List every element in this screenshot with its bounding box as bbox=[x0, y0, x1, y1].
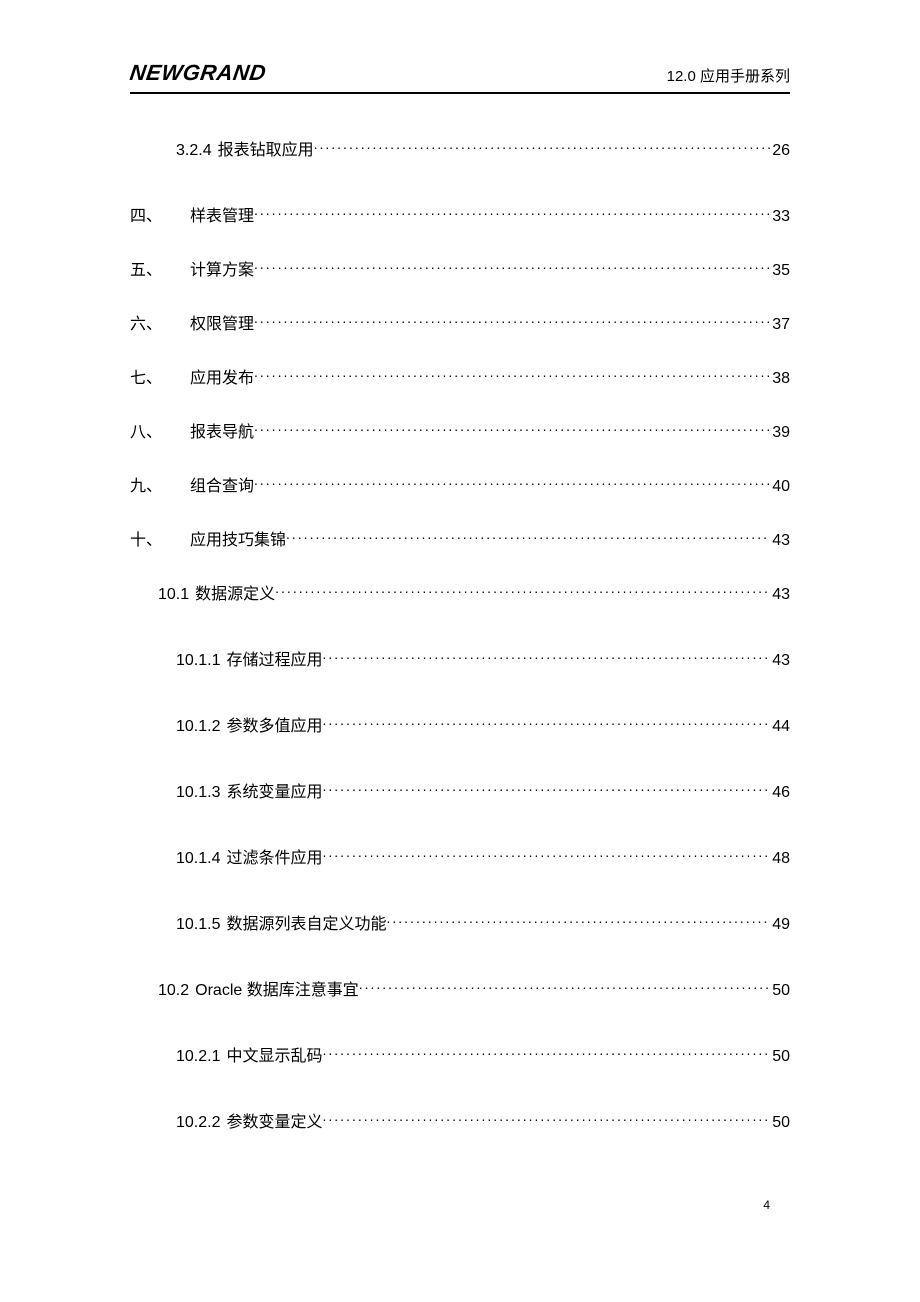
toc-number: 10.1 bbox=[158, 583, 189, 607]
toc-number: 10.2 bbox=[158, 979, 189, 1003]
logo: NEWGRAND bbox=[128, 60, 268, 86]
toc-page: 49 bbox=[770, 913, 790, 937]
toc-page: 40 bbox=[770, 475, 790, 499]
toc-page: 50 bbox=[770, 1111, 790, 1135]
toc-number: 10.1.1 bbox=[176, 649, 220, 673]
toc-title: 参数变量定义 bbox=[226, 1111, 322, 1135]
toc-number: 10.1.2 bbox=[176, 715, 220, 739]
toc-title: 样表管理 bbox=[190, 205, 254, 229]
toc-title: 应用技巧集锦 bbox=[190, 529, 286, 553]
toc-leader-dots bbox=[286, 529, 770, 545]
toc-page: 35 bbox=[770, 259, 790, 283]
toc-leader-dots bbox=[323, 649, 771, 665]
toc-number: 10.1.4 bbox=[176, 847, 220, 871]
toc-leader-dots bbox=[323, 781, 771, 797]
toc-number: 10.1.3 bbox=[176, 781, 220, 805]
toc-number: 3.2.4 bbox=[176, 139, 212, 163]
toc-page: 44 bbox=[770, 715, 790, 739]
toc-title: 报表导航 bbox=[190, 421, 254, 445]
page-number: 4 bbox=[763, 1198, 770, 1212]
toc-entry: 八、报表导航 39 bbox=[130, 421, 790, 445]
toc-page: 50 bbox=[770, 1045, 790, 1069]
toc-entry: 10.1.2参数多值应用 44 bbox=[176, 715, 790, 739]
toc-page: 38 bbox=[770, 367, 790, 391]
toc-entry: 10.1.3系统变量应用 46 bbox=[176, 781, 790, 805]
toc-entry: 九、组合查询 40 bbox=[130, 475, 790, 499]
toc-title: 组合查询 bbox=[190, 475, 254, 499]
toc-title: 过滤条件应用 bbox=[226, 847, 322, 871]
toc-page: 39 bbox=[770, 421, 790, 445]
toc-entry: 10.2.1中文显示乱码 50 bbox=[176, 1045, 790, 1069]
header-subtitle: 12.0 应用手册系列 bbox=[667, 65, 790, 86]
toc-prefix: 九、 bbox=[130, 475, 190, 499]
toc-leader-dots bbox=[254, 313, 770, 329]
toc-leader-dots bbox=[359, 979, 770, 995]
toc-entry: 10.2.2参数变量定义 50 bbox=[176, 1111, 790, 1135]
toc-entry: 四、样表管理 33 bbox=[130, 205, 790, 229]
toc-page: 43 bbox=[770, 529, 790, 553]
toc-title: 数据源列表自定义功能 bbox=[226, 913, 386, 937]
toc-title: 数据源定义 bbox=[195, 583, 275, 607]
toc-title: Oracle 数据库注意事宜 bbox=[195, 979, 359, 1003]
toc-leader-dots bbox=[275, 583, 770, 599]
toc-title: 计算方案 bbox=[190, 259, 254, 283]
toc-entry: 10.1.5数据源列表自定义功能 49 bbox=[176, 913, 790, 937]
toc-prefix: 五、 bbox=[130, 259, 190, 283]
toc-entry: 10.1.1存储过程应用 43 bbox=[176, 649, 790, 673]
toc-entry: 10.1数据源定义 43 bbox=[158, 583, 790, 607]
toc-entry: 七、应用发布 38 bbox=[130, 367, 790, 391]
toc-title: 中文显示乱码 bbox=[226, 1045, 322, 1069]
toc-prefix: 六、 bbox=[130, 313, 190, 337]
toc-page: 26 bbox=[770, 139, 790, 163]
toc-title: 应用发布 bbox=[190, 367, 254, 391]
toc-prefix: 八、 bbox=[130, 421, 190, 445]
toc-page: 50 bbox=[770, 979, 790, 1003]
toc-leader-dots bbox=[254, 367, 770, 383]
toc-page: 48 bbox=[770, 847, 790, 871]
toc-title: 存储过程应用 bbox=[226, 649, 322, 673]
toc-title: 系统变量应用 bbox=[226, 781, 322, 805]
toc-prefix: 四、 bbox=[130, 205, 190, 229]
toc-number: 10.2.2 bbox=[176, 1111, 220, 1135]
toc-leader-dots bbox=[254, 205, 770, 221]
toc-leader-dots bbox=[314, 139, 771, 155]
table-of-contents: 3.2.4报表钻取应用26四、样表管理33五、计算方案35六、权限管理37七、应… bbox=[130, 139, 790, 1135]
toc-leader-dots bbox=[323, 1045, 771, 1061]
toc-title: 报表钻取应用 bbox=[218, 139, 314, 163]
toc-leader-dots bbox=[254, 475, 770, 491]
toc-page: 33 bbox=[770, 205, 790, 229]
toc-leader-dots bbox=[323, 1111, 771, 1127]
toc-number: 10.1.5 bbox=[176, 913, 220, 937]
toc-leader-dots bbox=[254, 421, 770, 437]
toc-entry: 10.2Oracle 数据库注意事宜 50 bbox=[158, 979, 790, 1003]
toc-page: 46 bbox=[770, 781, 790, 805]
toc-entry: 10.1.4过滤条件应用 48 bbox=[176, 847, 790, 871]
toc-page: 37 bbox=[770, 313, 790, 337]
toc-entry: 五、计算方案 35 bbox=[130, 259, 790, 283]
toc-leader-dots bbox=[323, 715, 771, 731]
toc-entry: 十、应用技巧集锦 43 bbox=[130, 529, 790, 553]
toc-leader-dots bbox=[254, 259, 770, 275]
toc-prefix: 七、 bbox=[130, 367, 190, 391]
toc-leader-dots bbox=[387, 913, 771, 929]
toc-page: 43 bbox=[770, 583, 790, 607]
toc-title: 权限管理 bbox=[190, 313, 254, 337]
toc-number: 10.2.1 bbox=[176, 1045, 220, 1069]
page-header: NEWGRAND 12.0 应用手册系列 bbox=[130, 60, 790, 94]
toc-entry: 六、权限管理 37 bbox=[130, 313, 790, 337]
toc-leader-dots bbox=[323, 847, 771, 863]
toc-entry: 3.2.4报表钻取应用 26 bbox=[176, 139, 790, 163]
toc-page: 43 bbox=[770, 649, 790, 673]
toc-prefix: 十、 bbox=[130, 529, 190, 553]
toc-title: 参数多值应用 bbox=[226, 715, 322, 739]
